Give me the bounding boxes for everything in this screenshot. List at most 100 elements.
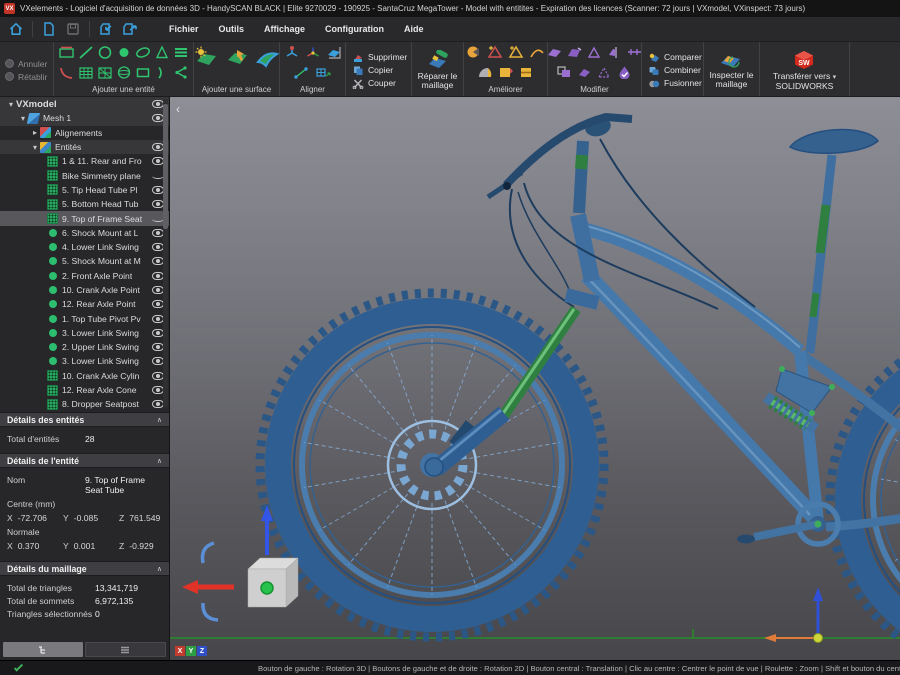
tree-item[interactable]: 3. Lower Link Swing: [0, 354, 169, 368]
align-target-icon[interactable]: [283, 45, 301, 60]
add-polyline-icon[interactable]: [172, 65, 190, 80]
add-plane-icon[interactable]: [58, 45, 76, 60]
add-cone-icon[interactable]: [153, 45, 171, 60]
add-sphere-icon[interactable]: [115, 65, 133, 80]
menu-item[interactable]: Affichage: [255, 21, 314, 37]
tree-item[interactable]: 2. Front Axle Point: [0, 269, 169, 283]
tree-item[interactable]: 1. Top Tube Pivot Pv: [0, 311, 169, 325]
clean-defects-icon[interactable]: [486, 45, 504, 59]
menu-item[interactable]: Configuration: [316, 21, 393, 37]
bike-3d-model[interactable]: [170, 97, 900, 660]
align-axes-icon[interactable]: [304, 45, 322, 60]
new-session-icon[interactable]: [39, 19, 59, 39]
add-arc-icon[interactable]: [153, 65, 171, 80]
add-curve-icon[interactable]: [58, 65, 76, 80]
gizmo-front-dot[interactable]: [261, 582, 273, 594]
repair-mesh-button[interactable]: Réparer lemaillage: [418, 45, 458, 95]
add-point-icon[interactable]: [115, 45, 133, 60]
scale-mesh-icon[interactable]: [626, 45, 643, 59]
entities-details-header[interactable]: Détails des entités ∧: [0, 412, 169, 427]
home-icon[interactable]: [6, 19, 26, 39]
add-circle-icon[interactable]: [96, 45, 114, 60]
tree-item[interactable]: 6. Shock Mount at L: [0, 226, 169, 240]
delete-button[interactable]: Supprimer: [352, 51, 407, 64]
align-surface-icon[interactable]: [325, 45, 343, 60]
tree-item[interactable]: 5. Shock Mount at M: [0, 254, 169, 268]
defeature-icon[interactable]: [518, 65, 536, 79]
axis-x-badge[interactable]: X: [175, 646, 185, 656]
collapse-caret-icon[interactable]: ∧: [157, 457, 162, 465]
axis-z-badge[interactable]: Z: [197, 646, 207, 656]
reduce-noise-icon[interactable]: [566, 45, 583, 59]
add-ellipse-icon[interactable]: [134, 45, 152, 60]
mirror-mesh-icon[interactable]: [606, 45, 623, 59]
tree-scrollbar-thumb[interactable]: [163, 104, 168, 229]
add-line-icon[interactable]: [77, 45, 95, 60]
auto-surface-icon[interactable]: [194, 45, 220, 69]
collapse-caret-icon[interactable]: ∧: [157, 565, 162, 573]
tree-item[interactable]: Bike Simmetry plane: [0, 168, 169, 182]
tree-expander-icon[interactable]: [30, 143, 40, 152]
fill-holes-icon[interactable]: [465, 45, 483, 59]
axis-y-badge[interactable]: Y: [186, 646, 196, 656]
tree-item[interactable]: 12. Rear Axle Cone: [0, 383, 169, 397]
surface-patch-icon[interactable]: [254, 45, 280, 69]
menu-item[interactable]: Aide: [395, 21, 433, 37]
refine-icon[interactable]: [497, 65, 515, 79]
flip-triangles-icon[interactable]: [586, 45, 603, 59]
save-icon[interactable]: [63, 19, 83, 39]
list-view-tab[interactable]: [85, 642, 167, 657]
panel-collapse-chevron[interactable]: ‹: [176, 103, 180, 115]
extract-region-icon[interactable]: [576, 65, 593, 79]
copy-button[interactable]: Copier: [352, 64, 393, 77]
tree-item[interactable]: Entités: [0, 140, 169, 154]
tree-item[interactable]: Alignements: [0, 126, 169, 140]
tree-item[interactable]: 10. Crank Axle Point: [0, 283, 169, 297]
inspect-mesh-button[interactable]: Inspecter lemaillage: [710, 45, 754, 95]
gizmo-rotate-up-arrow[interactable]: [202, 543, 214, 563]
decimate-icon[interactable]: [476, 65, 494, 79]
tree-item[interactable]: 12. Rear Axle Point: [0, 297, 169, 311]
redo-button[interactable]: Rétablir: [5, 72, 47, 82]
remove-spikes-icon[interactable]: [546, 45, 563, 59]
menu-item[interactable]: Fichier: [160, 21, 208, 37]
3d-viewport[interactable]: ‹ X Y Z: [170, 97, 900, 660]
menu-item[interactable]: Outils: [210, 21, 254, 37]
waterproof-icon[interactable]: [616, 65, 633, 79]
merge-button[interactable]: Fusionner: [648, 77, 702, 90]
tree-item[interactable]: 9. Top of Frame Seat: [0, 211, 169, 225]
align-line-icon[interactable]: [293, 66, 311, 79]
trim-mesh-icon[interactable]: [596, 65, 613, 79]
mesh-details-header[interactable]: Détails du maillage ∧: [0, 561, 169, 576]
tree-expander-icon[interactable]: [30, 128, 40, 137]
tree-scrollbar[interactable]: [163, 99, 168, 407]
combine-button[interactable]: Combiner: [648, 64, 701, 77]
tree-item[interactable]: 3. Lower Link Swing: [0, 326, 169, 340]
tree-item[interactable]: 1 & 11. Rear and Fro: [0, 154, 169, 168]
undo-button[interactable]: Annuler: [5, 59, 47, 69]
tree-expander-icon[interactable]: [6, 100, 16, 109]
add-planes-stack-icon[interactable]: [172, 45, 190, 60]
boundary-curve-icon[interactable]: [528, 45, 546, 59]
cut-button[interactable]: Couper: [352, 77, 396, 90]
tree-item[interactable]: 5. Tip Head Tube Pl: [0, 183, 169, 197]
tree-item[interactable]: VXmodel: [0, 97, 169, 111]
entity-details-header[interactable]: Détails de l'entité ∧: [0, 453, 169, 468]
collapse-caret-icon[interactable]: ∧: [157, 416, 162, 424]
surface-selection-icon[interactable]: [224, 45, 250, 69]
import-icon[interactable]: [96, 19, 116, 39]
tree-item[interactable]: 5. Bottom Head Tub: [0, 197, 169, 211]
tree-view-tab[interactable]: [3, 642, 83, 657]
add-grid-icon[interactable]: [77, 65, 95, 80]
tree-item[interactable]: 8. Dropper Seatpost: [0, 397, 169, 411]
tree-item[interactable]: Mesh 1: [0, 111, 169, 125]
add-rectangle-icon[interactable]: [134, 65, 152, 80]
transfer-solidworks-button[interactable]: SW Transférer vers ▾SOLIDWORKS: [773, 45, 836, 95]
compare-button[interactable]: Comparer: [648, 51, 702, 64]
add-facets-icon[interactable]: [96, 65, 114, 80]
tree-item[interactable]: 10. Crank Axle Cylin: [0, 369, 169, 383]
tree-item[interactable]: 2. Upper Link Swing: [0, 340, 169, 354]
tree-item[interactable]: 4. Lower Link Swing: [0, 240, 169, 254]
export-icon[interactable]: [120, 19, 140, 39]
split-mesh-icon[interactable]: [556, 65, 573, 79]
